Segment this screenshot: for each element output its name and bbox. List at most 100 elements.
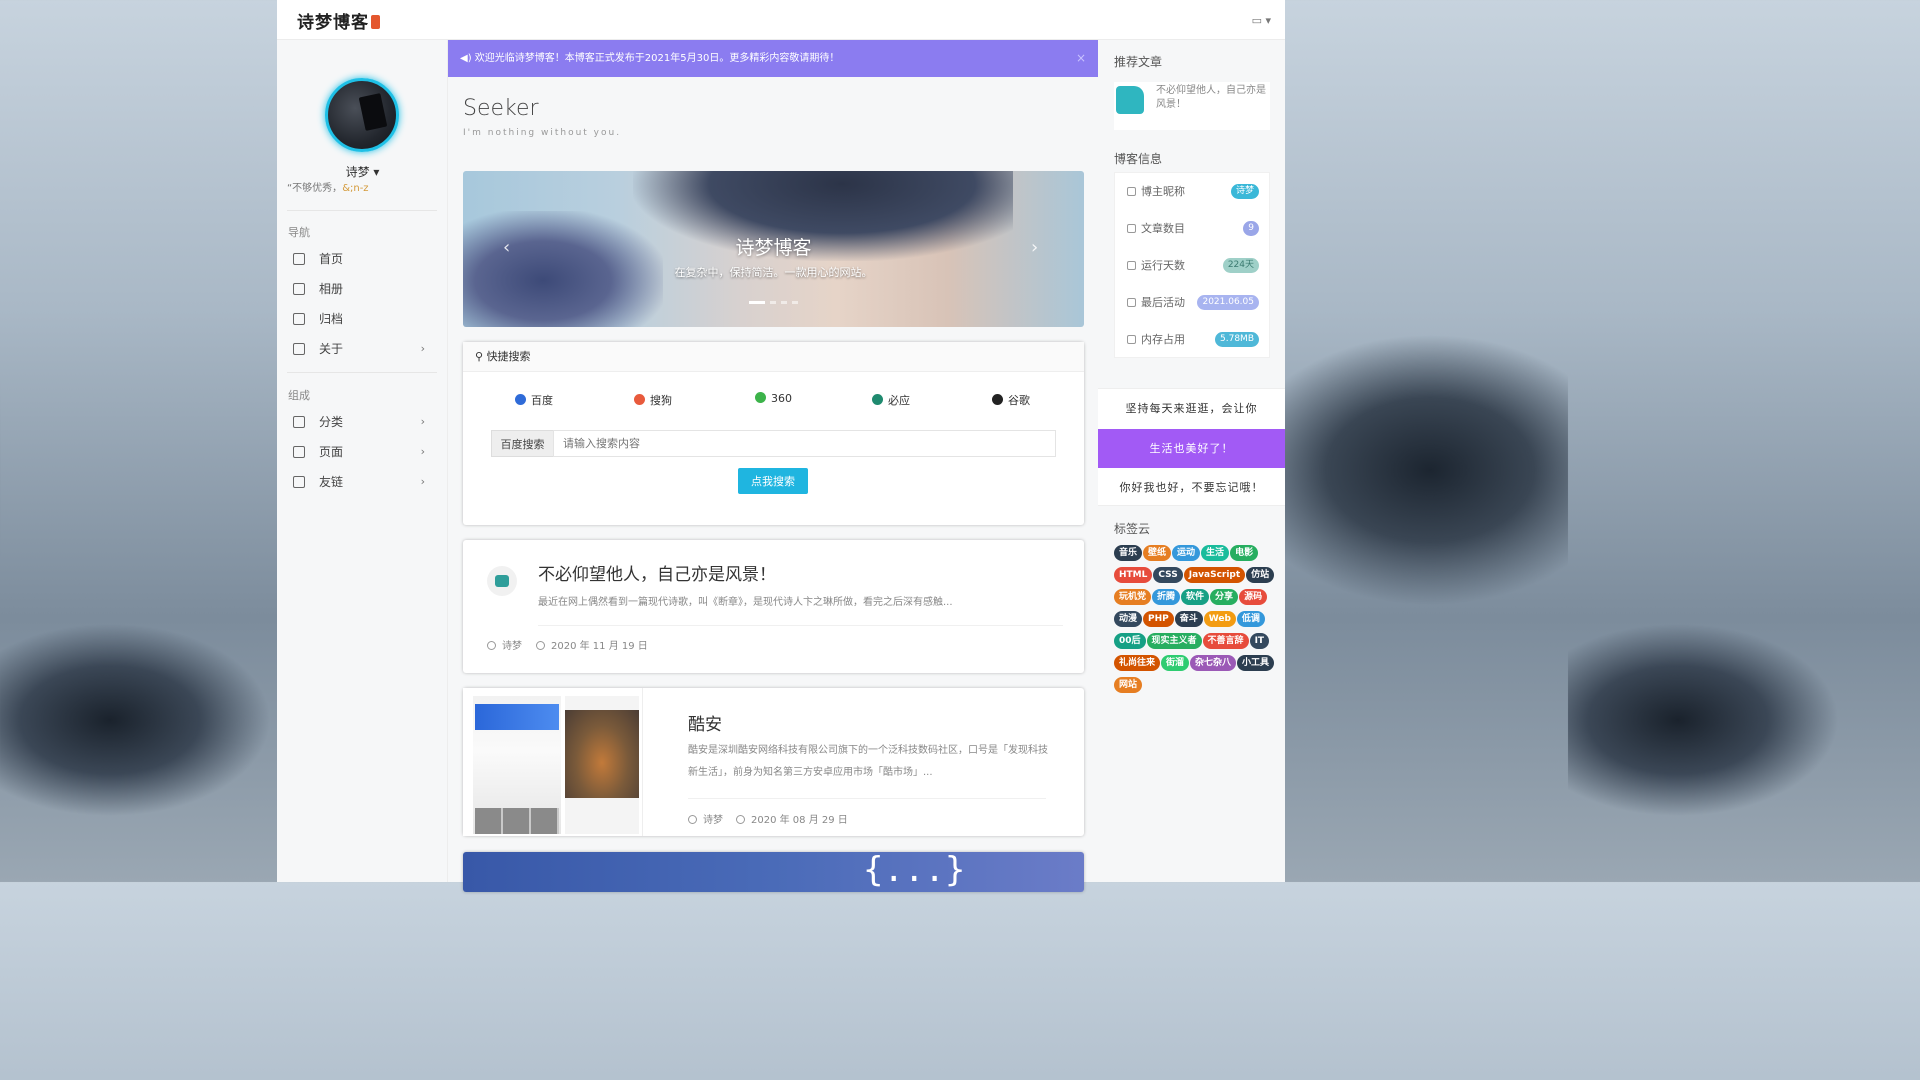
tag-chip[interactable]: 现实主义者 xyxy=(1146,633,1202,649)
divider xyxy=(287,372,437,373)
engine-360[interactable]: 360 xyxy=(755,392,792,405)
bing-icon xyxy=(872,394,883,405)
site-logo[interactable]: 诗梦博客 xyxy=(297,8,380,33)
post-card[interactable]: 不必仰望他人，自己亦是风景！ 最近在网上偶然看到一篇现代诗歌，叫《断章》，是现代… xyxy=(463,540,1084,673)
tag-chip[interactable]: 杂七杂八 xyxy=(1190,655,1237,671)
post-excerpt: 酷安是深圳酷安网络科技有限公司旗下的一个泛科技数码社区，口号是「发现科技新生活」… xyxy=(688,745,1048,778)
motivation-line: 你好我也好，不要忘记哦！ xyxy=(1119,481,1264,494)
info-badge: 5.78MB xyxy=(1215,332,1259,347)
tag-chip[interactable]: 源码 xyxy=(1239,589,1268,605)
divider xyxy=(688,798,1046,799)
carousel-title: 诗梦博客 xyxy=(735,237,812,259)
tag-chip[interactable]: PHP xyxy=(1143,611,1174,627)
tag-chip[interactable]: 运动 xyxy=(1172,545,1201,561)
post-icon xyxy=(487,566,517,596)
nav-item-album[interactable]: 相册 xyxy=(277,274,447,304)
search-input[interactable] xyxy=(553,430,1056,457)
blog-info-panel: 博主昵称 诗梦 文章数目 9 运行天数 224天 最后活动 2021.06.05 内存占… xyxy=(1114,172,1270,358)
tag-chip[interactable]: CSS xyxy=(1153,567,1183,583)
nav-item-links[interactable]: 友链 › xyxy=(277,467,447,497)
post-excerpt: 最近在网上偶然看到一篇现代诗歌，叫《断章》，是现代诗人卞之琳所做，看完之后深有感… xyxy=(538,597,953,608)
nav-group-label: 组成 xyxy=(288,389,310,402)
nav-item-about[interactable]: 关于 › xyxy=(277,334,447,364)
tag-chip[interactable]: 奋斗 xyxy=(1174,611,1203,627)
search-icon: ⚲ xyxy=(475,350,484,363)
engine-baidu[interactable]: 百度 xyxy=(515,392,553,408)
post-thumbnail[interactable] xyxy=(463,688,643,836)
tag-chip[interactable]: 动漫 xyxy=(1114,611,1143,627)
engine-google[interactable]: 谷歌 xyxy=(992,392,1030,408)
tag-chip[interactable]: 壁纸 xyxy=(1143,545,1172,561)
tag-chip[interactable]: 不善言辞 xyxy=(1202,633,1249,649)
nav-item-archive[interactable]: 归档 xyxy=(277,304,447,334)
image-icon xyxy=(293,283,305,295)
user-motto: “不够优秀，&;n-z xyxy=(287,183,369,194)
tag-chip[interactable]: 折腾 xyxy=(1152,589,1181,605)
tag-chip[interactable]: 仿站 xyxy=(1246,567,1275,583)
post-card[interactable]: {...} xyxy=(463,850,1084,892)
avatar[interactable] xyxy=(325,78,399,152)
post-title[interactable]: 不必仰望他人，自己亦是风景！ xyxy=(538,560,776,585)
search-button[interactable]: 点我搜索 xyxy=(738,468,808,494)
post-icon xyxy=(1116,86,1144,114)
post-date: 2020 年 08 月 29 日 xyxy=(736,811,848,826)
user-icon xyxy=(487,641,496,650)
carousel-dot[interactable] xyxy=(749,301,765,304)
grid-icon xyxy=(293,416,305,428)
recommended-post[interactable]: 不必仰望他人，自己亦是风景！ xyxy=(1114,82,1270,130)
info-row: 文章数目 9 xyxy=(1115,210,1271,247)
user-name-dropdown[interactable]: 诗梦 ▾ xyxy=(277,163,448,180)
user-icon xyxy=(1127,187,1136,196)
quick-search-header: ⚲ 快捷搜索 xyxy=(463,342,1084,372)
info-badge: 9 xyxy=(1243,221,1259,236)
carousel-dot[interactable] xyxy=(770,301,776,304)
tag-chip[interactable]: 礼尚往来 xyxy=(1114,655,1161,671)
motivation-panel: 坚持每天来逛逛，会让你 生活也美好了！ 你好我也好，不要忘记哦！ xyxy=(1098,388,1285,506)
tag-chip[interactable]: 小工具 xyxy=(1237,655,1275,671)
info-badge: 224天 xyxy=(1222,258,1259,273)
post-title[interactable]: 酷安 xyxy=(688,710,722,735)
tag-chip[interactable]: HTML xyxy=(1114,567,1153,583)
tag-chip[interactable]: Web xyxy=(1203,611,1236,627)
carousel-subtitle: 在复杂中，保持简洁。一款用心的网站。 xyxy=(674,266,873,279)
banner-carousel[interactable]: ‹ › 诗梦博客 在复杂中，保持简洁。一款用心的网站。 xyxy=(463,171,1084,327)
logo-badge xyxy=(371,15,380,29)
post-date: 2020 年 11 月 19 日 xyxy=(536,637,648,652)
tag-chip[interactable]: 网站 xyxy=(1114,677,1143,693)
top-bar: 诗梦博客 ▭ ▾ xyxy=(277,0,1285,40)
engine-sogou[interactable]: 搜狗 xyxy=(634,392,672,408)
nav-item-home[interactable]: 首页 xyxy=(277,244,447,274)
tag-chip[interactable]: 分享 xyxy=(1210,589,1239,605)
tag-chip[interactable]: 低调 xyxy=(1236,611,1265,627)
engine-bing[interactable]: 必应 xyxy=(872,392,910,408)
chevron-right-icon: › xyxy=(420,475,425,488)
google-icon xyxy=(992,394,1003,405)
carousel-dot[interactable] xyxy=(792,301,798,304)
motivation-line: 坚持每天来逛逛，会让你 xyxy=(1125,402,1258,415)
carousel-dot[interactable] xyxy=(781,301,787,304)
user-icon xyxy=(293,476,305,488)
tag-chip[interactable]: 电影 xyxy=(1230,545,1259,561)
nav-item-category[interactable]: 分类 › xyxy=(277,407,447,437)
tag-chip[interactable]: 00后 xyxy=(1114,633,1146,649)
tag-chip[interactable]: IT xyxy=(1249,633,1270,649)
post-author: 诗梦 xyxy=(688,811,723,826)
thumbnail-screenshot xyxy=(565,696,639,834)
tag-chip[interactable]: 街溜 xyxy=(1161,655,1190,671)
nav-item-pages[interactable]: 页面 › xyxy=(277,437,447,467)
post-card[interactable]: 酷安 酷安是深圳酷安网络科技有限公司旗下的一个泛科技数码社区，口号是「发现科技新… xyxy=(463,688,1084,836)
home-icon xyxy=(293,253,305,265)
message-icon[interactable]: ▭ ▾ xyxy=(1252,14,1271,27)
info-row: 运行天数 224天 xyxy=(1115,247,1271,284)
tag-chip[interactable]: 音乐 xyxy=(1114,545,1143,561)
chevron-right-icon: › xyxy=(420,342,425,355)
close-icon[interactable]: × xyxy=(1076,40,1086,77)
tag-chip[interactable]: 生活 xyxy=(1201,545,1230,561)
left-sidebar: 诗梦 ▾ “不够优秀，&;n-z 导航 首页 相册 归档 关于 › 组成 分类 › … xyxy=(277,40,448,882)
tag-chip[interactable]: JavaScript xyxy=(1183,567,1246,583)
recommended-post-title[interactable]: 不必仰望他人，自己亦是风景！ xyxy=(1156,84,1268,112)
right-sidebar: 推荐文章 不必仰望他人，自己亦是风景！ 博客信息 博主昵称 诗梦 文章数目 9 运行… xyxy=(1098,40,1285,882)
tag-chip[interactable]: 玩机党 xyxy=(1114,589,1152,605)
baidu-icon xyxy=(515,394,526,405)
tag-chip[interactable]: 软件 xyxy=(1181,589,1210,605)
